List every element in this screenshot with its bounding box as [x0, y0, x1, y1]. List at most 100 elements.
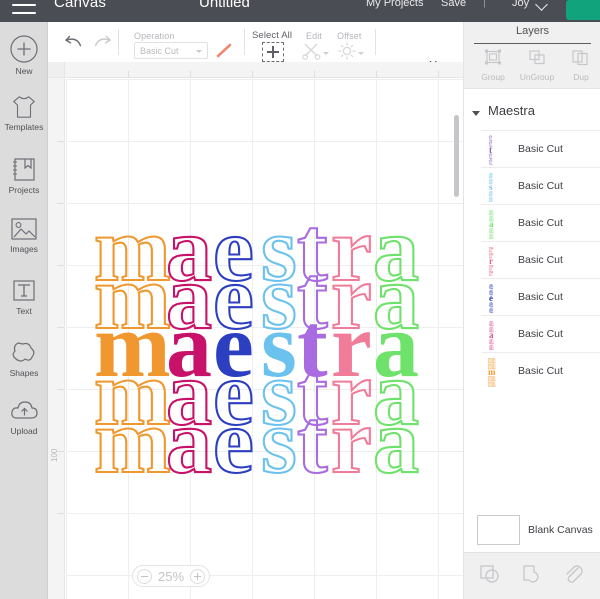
sidebar-item-projects[interactable]: Projects — [0, 155, 48, 195]
svg-text:e: e — [489, 293, 493, 303]
picture-icon — [11, 218, 37, 240]
layer-thumbnail: mmmm m — [488, 356, 504, 387]
slice-button[interactable] — [478, 563, 504, 587]
notebook-icon — [13, 158, 35, 181]
chevron-down-icon — [196, 50, 202, 53]
layer-thumb-glyph: tttt t — [489, 134, 493, 165]
design-canvas[interactable]: maestra m a e s t r a m a e s t r a m a … — [48, 62, 463, 599]
table-row[interactable]: eeee e Basic Cut — [481, 278, 600, 315]
svg-text:s: s — [489, 194, 493, 202]
table-row[interactable]: aaaa a Basic Cut — [481, 204, 600, 241]
sidebar-item-label: Upload — [10, 426, 38, 436]
sidebar-item-label: Shapes — [9, 368, 39, 378]
canvas-vertical-scrollbar[interactable] — [454, 115, 459, 197]
sidebar-item-text[interactable]: Text — [0, 277, 48, 316]
tshirt-icon — [13, 96, 35, 118]
ungroup-button[interactable]: UnGroup — [512, 48, 562, 82]
svg-text:e: e — [213, 294, 252, 396]
sidebar-item-templates[interactable]: Templates — [0, 94, 48, 132]
table-row[interactable]: mmmm m Basic Cut — [481, 352, 600, 389]
svg-text:e: e — [213, 390, 252, 492]
layer-thumbnail: eeee e — [488, 282, 504, 313]
top-bar: Canvas Untitled My Projects Save | Joy — [0, 0, 600, 22]
offset-sun-icon — [338, 42, 356, 60]
layer-name: Basic Cut — [518, 143, 563, 155]
line-color-swatch[interactable] — [214, 41, 234, 60]
cloud-upload-icon — [11, 401, 38, 419]
scissors-icon — [302, 43, 321, 60]
hamburger-icon[interactable] — [12, 0, 36, 14]
chevron-down-icon[interactable] — [537, 0, 548, 7]
sidebar-item-label: New — [15, 66, 33, 76]
table-row[interactable]: tttt t Basic Cut — [481, 130, 600, 167]
tab-layers[interactable]: Layers — [474, 25, 591, 37]
ungroup-label: UnGroup — [519, 72, 555, 82]
cricut-design-space-window: Canvas Untitled My Projects Save | Joy N… — [0, 0, 600, 599]
table-row[interactable]: aaaa a Basic Cut — [481, 315, 600, 352]
ruler-horizontal — [48, 62, 463, 78]
sidebar-item-label: Templates — [4, 122, 44, 132]
topbar-divider: | — [483, 0, 486, 8]
select-all-label[interactable]: Select All — [252, 30, 292, 41]
stacked-word-art: maestra m a e s t r a m a e s t r a m a … — [93, 202, 422, 493]
zoom-control: 25% — [132, 565, 211, 587]
zoom-in-button[interactable] — [190, 568, 206, 584]
layer-name: Basic Cut — [518, 217, 563, 229]
layer-thumbnail: ssss s — [488, 171, 504, 202]
svg-text:s: s — [261, 390, 295, 492]
triangle-down-icon[interactable] — [472, 111, 480, 116]
canvas-color-swatch[interactable] — [477, 515, 520, 545]
chevron-down-icon — [323, 52, 329, 55]
svg-text:r: r — [331, 294, 370, 396]
ruler-corner[interactable] — [48, 62, 65, 78]
blank-canvas-label: Blank Canvas — [528, 524, 593, 536]
plus-circle-icon — [10, 35, 38, 63]
table-row[interactable]: ssss s Basic Cut — [481, 167, 600, 204]
svg-text:t: t — [489, 145, 492, 155]
svg-text:r: r — [489, 256, 493, 266]
edit-toolbar: Operation Basic Cut Select All Edit Offs… — [48, 22, 463, 71]
offset-label: Offset — [337, 31, 362, 41]
sidebar-item-label: Images — [10, 244, 38, 254]
svg-text:t: t — [489, 157, 492, 165]
group-button[interactable]: Group — [468, 48, 518, 82]
layer-group-header[interactable]: Maestra — [464, 102, 600, 128]
artwork-maestra[interactable]: maestra m a e s t r a m a e s t r a m a … — [88, 202, 458, 512]
weld-button[interactable] — [520, 563, 546, 587]
sidebar-item-upload[interactable]: Upload — [0, 398, 48, 436]
account-name[interactable]: Joy — [512, 0, 529, 9]
svg-text:r: r — [489, 268, 493, 276]
save-button[interactable]: Save — [441, 0, 466, 9]
make-it-button[interactable] — [566, 0, 600, 20]
svg-text:a: a — [166, 294, 211, 396]
layer-thumbnail: rrrr r — [488, 245, 504, 276]
sidebar-item-images[interactable]: Images — [0, 216, 48, 254]
canvas-label[interactable]: Canvas — [54, 0, 106, 11]
svg-text:m: m — [94, 294, 170, 396]
zoom-out-button[interactable] — [137, 568, 152, 584]
layer-thumb-glyph: ssss s — [489, 171, 494, 202]
layer-name: Basic Cut — [518, 180, 563, 192]
table-row[interactable]: rrrr r Basic Cut — [481, 241, 600, 278]
svg-text:e: e — [489, 305, 493, 313]
svg-text:a: a — [373, 294, 418, 396]
undo-arrow-icon[interactable] — [64, 32, 86, 52]
blank-canvas-row[interactable]: Blank Canvas — [464, 510, 600, 552]
sidebar-item-new[interactable]: New — [0, 34, 48, 76]
text-t-icon — [13, 280, 35, 301]
redo-arrow-icon[interactable] — [90, 32, 112, 52]
my-projects-link[interactable]: My Projects — [366, 0, 423, 9]
svg-text:m: m — [488, 379, 496, 387]
layer-group-name: Maestra — [488, 103, 535, 118]
operation-value: Basic Cut — [140, 46, 179, 56]
attach-button[interactable] — [562, 563, 588, 587]
layer-name: Basic Cut — [518, 291, 563, 303]
document-title[interactable]: Untitled — [199, 0, 250, 11]
layers-tabbar: Layers — [464, 22, 600, 45]
layer-thumb-glyph: mmmm m — [488, 356, 496, 387]
duplicate-button[interactable]: Dup — [556, 48, 600, 82]
layers-operations-bar: Group UnGroup Dup — [464, 44, 600, 89]
operation-select[interactable]: Basic Cut — [134, 42, 208, 59]
sidebar-item-shapes[interactable]: Shapes — [0, 338, 48, 378]
select-all-icon[interactable] — [262, 42, 284, 62]
